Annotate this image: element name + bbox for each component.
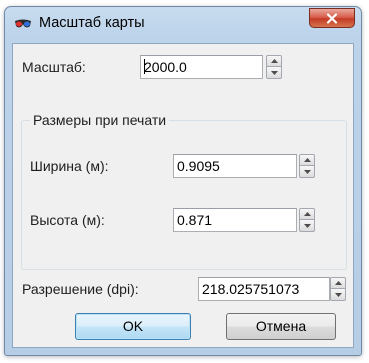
width-spinner[interactable] bbox=[299, 154, 315, 178]
resolution-label: Разрешение (dpi): bbox=[22, 281, 139, 297]
scale-input[interactable]: 2000.0 bbox=[140, 55, 263, 79]
height-spin-down-button[interactable] bbox=[299, 220, 315, 232]
scale-spin-down-button[interactable] bbox=[266, 67, 282, 79]
resolution-value: 218.025751073 bbox=[202, 281, 300, 297]
resolution-spinner[interactable] bbox=[330, 277, 346, 301]
print-size-group-title: Размеры при печати bbox=[30, 112, 170, 128]
close-button[interactable] bbox=[309, 8, 355, 28]
resolution-spin-down-button[interactable] bbox=[330, 289, 346, 301]
3d-glasses-icon bbox=[14, 18, 32, 30]
width-spin-down-button[interactable] bbox=[299, 166, 315, 178]
chevron-up-icon bbox=[270, 59, 278, 63]
window-title: Масштаб карты bbox=[39, 15, 145, 31]
print-size-group: Размеры при печати Ширина (м): 0.9095 Вы… bbox=[21, 112, 347, 270]
height-label: Высота (м): bbox=[30, 212, 105, 228]
height-spinner[interactable] bbox=[299, 208, 315, 232]
scale-spinner[interactable] bbox=[266, 55, 282, 79]
resolution-spin-up-button[interactable] bbox=[330, 277, 346, 289]
height-spin-up-button[interactable] bbox=[299, 208, 315, 220]
close-icon bbox=[326, 12, 338, 24]
chevron-up-icon bbox=[303, 212, 311, 216]
ok-button[interactable]: OK bbox=[75, 313, 191, 340]
dialog-content: Масштаб: 2000.0 Размеры при печати Ширин… bbox=[12, 43, 354, 348]
title-bar[interactable]: Масштаб карты bbox=[5, 7, 361, 41]
scale-value: 2000.0 bbox=[144, 59, 187, 75]
resolution-input[interactable]: 218.025751073 bbox=[198, 277, 330, 301]
cancel-button[interactable]: Отмена bbox=[226, 313, 336, 340]
chevron-up-icon bbox=[303, 158, 311, 162]
width-label: Ширина (м): bbox=[30, 158, 109, 174]
scale-spin-up-button[interactable] bbox=[266, 55, 282, 67]
height-input[interactable]: 0.871 bbox=[173, 208, 297, 232]
chevron-down-icon bbox=[334, 292, 342, 297]
scale-dialog-window: Масштаб карты Масштаб: 2000.0 Размеры пр… bbox=[4, 6, 362, 356]
chevron-up-icon bbox=[334, 281, 342, 285]
chevron-down-icon bbox=[303, 169, 311, 174]
scale-label: Масштаб: bbox=[22, 59, 86, 75]
height-value: 0.871 bbox=[177, 212, 213, 228]
width-value: 0.9095 bbox=[177, 158, 220, 174]
chevron-down-icon bbox=[303, 223, 311, 228]
chevron-down-icon bbox=[270, 70, 278, 75]
width-input[interactable]: 0.9095 bbox=[173, 154, 297, 178]
width-spin-up-button[interactable] bbox=[299, 154, 315, 166]
